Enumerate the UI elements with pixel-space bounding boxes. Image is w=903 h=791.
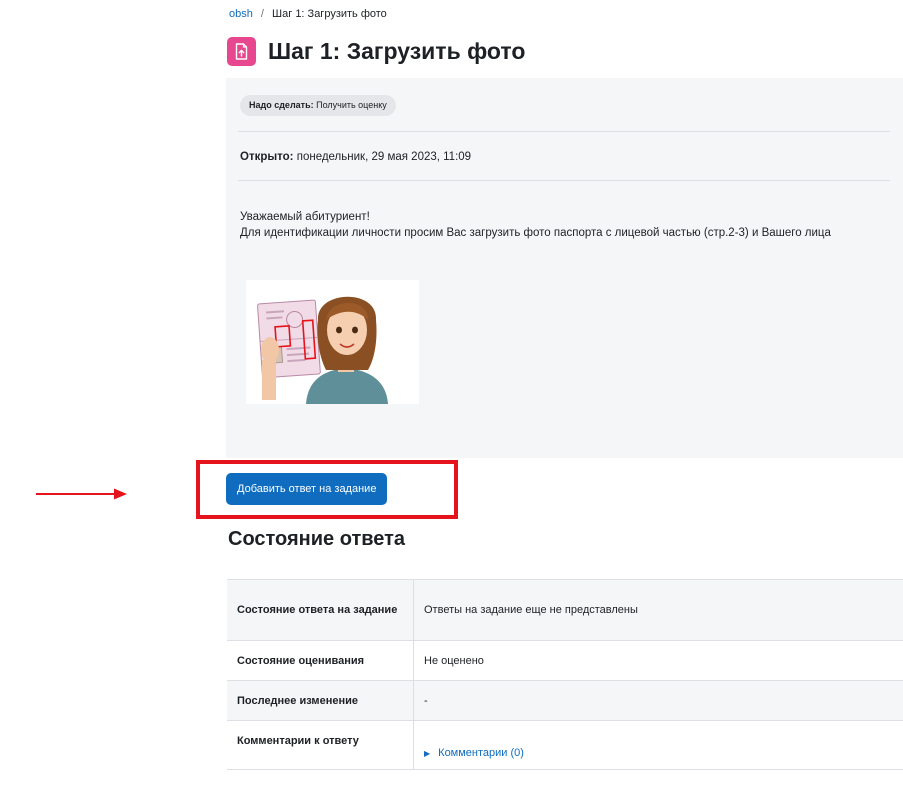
comments-cell: ▶ Комментарии (0) (413, 720, 903, 770)
table-row: Состояние оценивания Не оценено (227, 640, 903, 681)
passport-illustration-image (246, 280, 419, 404)
intro-instructions: Для идентификации личности просим Вас за… (240, 227, 831, 239)
breadcrumb: obsh / Шаг 1: Загрузить фото (229, 8, 387, 20)
page-title: Шаг 1: Загрузить фото (268, 37, 526, 64)
breadcrumb-separator: / (260, 8, 264, 20)
submission-status-value: Ответы на задание еще не представлены (413, 579, 903, 641)
assignment-upload-icon (227, 36, 256, 66)
table-row: Последнее изменение - (227, 680, 903, 721)
opened-date: Открыто: понедельник, 29 мая 2023, 11:09 (240, 151, 471, 163)
intro-greeting: Уважаемый абитуриент! (240, 211, 370, 223)
divider (238, 131, 890, 132)
activity-panel: Надо сделать: Получить оценку Открыто: п… (226, 78, 903, 458)
breadcrumb-course-link[interactable]: obsh (229, 8, 253, 20)
caret-right-icon: ▶ (424, 749, 431, 758)
row-label: Комментарии к ответу (227, 720, 414, 770)
breadcrumb-current: Шаг 1: Загрузить фото (272, 8, 387, 20)
row-label: Состояние ответа на задание (227, 579, 414, 641)
last-modified-value: - (413, 680, 903, 721)
intro-text: Уважаемый абитуриент! Для идентификации … (240, 209, 880, 241)
table-row: Состояние ответа на задание Ответы на за… (227, 579, 903, 641)
table-row: Комментарии к ответу ▶ Комментарии (0) (227, 720, 903, 770)
todo-value: Получить оценку (316, 100, 387, 110)
grading-status-value: Не оценено (413, 640, 903, 681)
page-header: Шаг 1: Загрузить фото (227, 30, 525, 72)
todo-label: Надо сделать: (249, 100, 314, 110)
submission-status-table: Состояние ответа на задание Ответы на за… (227, 579, 903, 770)
opened-value: понедельник, 29 мая 2023, 11:09 (296, 151, 472, 163)
comments-link[interactable]: ▶ Комментарии (0) (424, 747, 524, 759)
opened-label: Открыто: (240, 151, 294, 163)
row-label: Состояние оценивания (227, 640, 414, 681)
submission-status-title: Состояние ответа (228, 528, 406, 550)
pointer-arrow-icon (36, 488, 127, 500)
comments-link-label: Комментарии (0) (438, 747, 524, 759)
divider (238, 180, 890, 181)
row-label: Последнее изменение (227, 680, 414, 721)
add-submission-button[interactable]: Добавить ответ на задание (226, 473, 388, 505)
todo-badge: Надо сделать: Получить оценку (240, 95, 396, 116)
